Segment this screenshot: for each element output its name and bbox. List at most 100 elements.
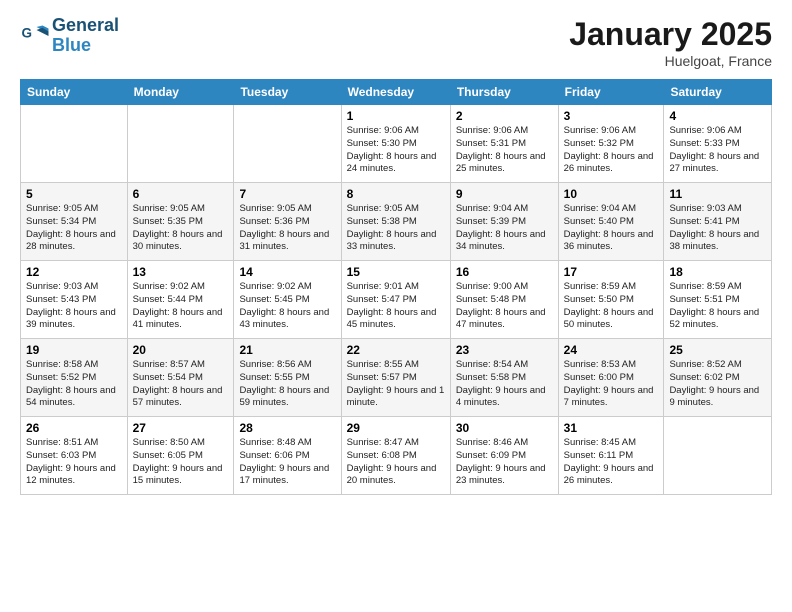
calendar-cell: 11 Sunrise: 9:03 AM Sunset: 5:41 PM Dayl… [664, 183, 772, 261]
day-info: Sunrise: 9:04 AM Sunset: 5:39 PM Dayligh… [456, 203, 553, 254]
day-number: 23 [456, 343, 553, 357]
calendar-header-row: Sunday Monday Tuesday Wednesday Thursday… [21, 80, 772, 105]
calendar-cell: 15 Sunrise: 9:01 AM Sunset: 5:47 PM Dayl… [341, 261, 450, 339]
day-info: Sunrise: 9:06 AM Sunset: 5:32 PM Dayligh… [564, 125, 659, 176]
calendar-week-2: 5 Sunrise: 9:05 AM Sunset: 5:34 PM Dayli… [21, 183, 772, 261]
day-number: 29 [347, 421, 445, 435]
day-info: Sunrise: 8:58 AM Sunset: 5:52 PM Dayligh… [26, 359, 122, 410]
calendar-cell [127, 105, 234, 183]
day-number: 12 [26, 265, 122, 279]
day-info: Sunrise: 9:02 AM Sunset: 5:45 PM Dayligh… [239, 281, 335, 332]
day-info: Sunrise: 8:47 AM Sunset: 6:08 PM Dayligh… [347, 437, 445, 488]
logo-icon: G [20, 21, 50, 51]
calendar-cell: 3 Sunrise: 9:06 AM Sunset: 5:32 PM Dayli… [558, 105, 664, 183]
calendar-cell: 26 Sunrise: 8:51 AM Sunset: 6:03 PM Dayl… [21, 417, 128, 495]
calendar-week-1: 1 Sunrise: 9:06 AM Sunset: 5:30 PM Dayli… [21, 105, 772, 183]
calendar-cell: 13 Sunrise: 9:02 AM Sunset: 5:44 PM Dayl… [127, 261, 234, 339]
calendar-cell: 18 Sunrise: 8:59 AM Sunset: 5:51 PM Dayl… [664, 261, 772, 339]
calendar-week-5: 26 Sunrise: 8:51 AM Sunset: 6:03 PM Dayl… [21, 417, 772, 495]
day-number: 9 [456, 187, 553, 201]
day-info: Sunrise: 8:50 AM Sunset: 6:05 PM Dayligh… [133, 437, 229, 488]
day-info: Sunrise: 8:54 AM Sunset: 5:58 PM Dayligh… [456, 359, 553, 410]
title-block: January 2025 Huelgoat, France [569, 16, 772, 69]
day-info: Sunrise: 8:59 AM Sunset: 5:51 PM Dayligh… [669, 281, 766, 332]
calendar-cell: 22 Sunrise: 8:55 AM Sunset: 5:57 PM Dayl… [341, 339, 450, 417]
day-number: 7 [239, 187, 335, 201]
calendar-cell: 6 Sunrise: 9:05 AM Sunset: 5:35 PM Dayli… [127, 183, 234, 261]
day-number: 16 [456, 265, 553, 279]
header: G General Blue January 2025 Huelgoat, Fr… [20, 16, 772, 69]
day-number: 17 [564, 265, 659, 279]
day-info: Sunrise: 9:03 AM Sunset: 5:43 PM Dayligh… [26, 281, 122, 332]
svg-text:G: G [22, 25, 33, 40]
calendar-cell: 30 Sunrise: 8:46 AM Sunset: 6:09 PM Dayl… [450, 417, 558, 495]
day-info: Sunrise: 9:05 AM Sunset: 5:34 PM Dayligh… [26, 203, 122, 254]
day-info: Sunrise: 9:06 AM Sunset: 5:30 PM Dayligh… [347, 125, 445, 176]
calendar-cell: 17 Sunrise: 8:59 AM Sunset: 5:50 PM Dayl… [558, 261, 664, 339]
calendar-cell [234, 105, 341, 183]
calendar-cell: 14 Sunrise: 9:02 AM Sunset: 5:45 PM Dayl… [234, 261, 341, 339]
day-number: 4 [669, 109, 766, 123]
day-info: Sunrise: 9:06 AM Sunset: 5:33 PM Dayligh… [669, 125, 766, 176]
calendar-table: Sunday Monday Tuesday Wednesday Thursday… [20, 79, 772, 495]
day-info: Sunrise: 8:59 AM Sunset: 5:50 PM Dayligh… [564, 281, 659, 332]
day-number: 20 [133, 343, 229, 357]
day-info: Sunrise: 8:52 AM Sunset: 6:02 PM Dayligh… [669, 359, 766, 410]
day-info: Sunrise: 9:01 AM Sunset: 5:47 PM Dayligh… [347, 281, 445, 332]
day-number: 15 [347, 265, 445, 279]
calendar-cell: 16 Sunrise: 9:00 AM Sunset: 5:48 PM Dayl… [450, 261, 558, 339]
location: Huelgoat, France [569, 53, 772, 69]
day-number: 18 [669, 265, 766, 279]
col-sunday: Sunday [21, 80, 128, 105]
calendar-cell: 19 Sunrise: 8:58 AM Sunset: 5:52 PM Dayl… [21, 339, 128, 417]
day-number: 21 [239, 343, 335, 357]
day-info: Sunrise: 8:56 AM Sunset: 5:55 PM Dayligh… [239, 359, 335, 410]
day-info: Sunrise: 9:00 AM Sunset: 5:48 PM Dayligh… [456, 281, 553, 332]
calendar-cell: 31 Sunrise: 8:45 AM Sunset: 6:11 PM Dayl… [558, 417, 664, 495]
calendar-cell [21, 105, 128, 183]
calendar-cell: 12 Sunrise: 9:03 AM Sunset: 5:43 PM Dayl… [21, 261, 128, 339]
day-number: 10 [564, 187, 659, 201]
day-number: 2 [456, 109, 553, 123]
day-info: Sunrise: 8:48 AM Sunset: 6:06 PM Dayligh… [239, 437, 335, 488]
col-thursday: Thursday [450, 80, 558, 105]
day-number: 1 [347, 109, 445, 123]
page: G General Blue January 2025 Huelgoat, Fr… [0, 0, 792, 505]
day-info: Sunrise: 8:53 AM Sunset: 6:00 PM Dayligh… [564, 359, 659, 410]
day-info: Sunrise: 9:06 AM Sunset: 5:31 PM Dayligh… [456, 125, 553, 176]
calendar-week-3: 12 Sunrise: 9:03 AM Sunset: 5:43 PM Dayl… [21, 261, 772, 339]
calendar-cell: 28 Sunrise: 8:48 AM Sunset: 6:06 PM Dayl… [234, 417, 341, 495]
calendar-cell: 25 Sunrise: 8:52 AM Sunset: 6:02 PM Dayl… [664, 339, 772, 417]
col-monday: Monday [127, 80, 234, 105]
calendar-cell: 9 Sunrise: 9:04 AM Sunset: 5:39 PM Dayli… [450, 183, 558, 261]
calendar-cell: 5 Sunrise: 9:05 AM Sunset: 5:34 PM Dayli… [21, 183, 128, 261]
calendar-cell: 1 Sunrise: 9:06 AM Sunset: 5:30 PM Dayli… [341, 105, 450, 183]
day-number: 28 [239, 421, 335, 435]
day-info: Sunrise: 8:46 AM Sunset: 6:09 PM Dayligh… [456, 437, 553, 488]
calendar-cell: 10 Sunrise: 9:04 AM Sunset: 5:40 PM Dayl… [558, 183, 664, 261]
calendar-week-4: 19 Sunrise: 8:58 AM Sunset: 5:52 PM Dayl… [21, 339, 772, 417]
calendar-cell: 20 Sunrise: 8:57 AM Sunset: 5:54 PM Dayl… [127, 339, 234, 417]
calendar-cell [664, 417, 772, 495]
day-number: 6 [133, 187, 229, 201]
calendar-cell: 2 Sunrise: 9:06 AM Sunset: 5:31 PM Dayli… [450, 105, 558, 183]
calendar-cell: 29 Sunrise: 8:47 AM Sunset: 6:08 PM Dayl… [341, 417, 450, 495]
day-number: 31 [564, 421, 659, 435]
logo: G General Blue [20, 16, 119, 56]
day-info: Sunrise: 9:02 AM Sunset: 5:44 PM Dayligh… [133, 281, 229, 332]
calendar-cell: 24 Sunrise: 8:53 AM Sunset: 6:00 PM Dayl… [558, 339, 664, 417]
day-number: 3 [564, 109, 659, 123]
col-tuesday: Tuesday [234, 80, 341, 105]
day-info: Sunrise: 8:57 AM Sunset: 5:54 PM Dayligh… [133, 359, 229, 410]
day-info: Sunrise: 9:04 AM Sunset: 5:40 PM Dayligh… [564, 203, 659, 254]
logo-general: General [52, 16, 119, 36]
day-info: Sunrise: 9:05 AM Sunset: 5:38 PM Dayligh… [347, 203, 445, 254]
day-number: 24 [564, 343, 659, 357]
month-title: January 2025 [569, 16, 772, 53]
day-number: 11 [669, 187, 766, 201]
day-number: 5 [26, 187, 122, 201]
col-wednesday: Wednesday [341, 80, 450, 105]
day-info: Sunrise: 9:05 AM Sunset: 5:36 PM Dayligh… [239, 203, 335, 254]
calendar-cell: 8 Sunrise: 9:05 AM Sunset: 5:38 PM Dayli… [341, 183, 450, 261]
day-number: 30 [456, 421, 553, 435]
